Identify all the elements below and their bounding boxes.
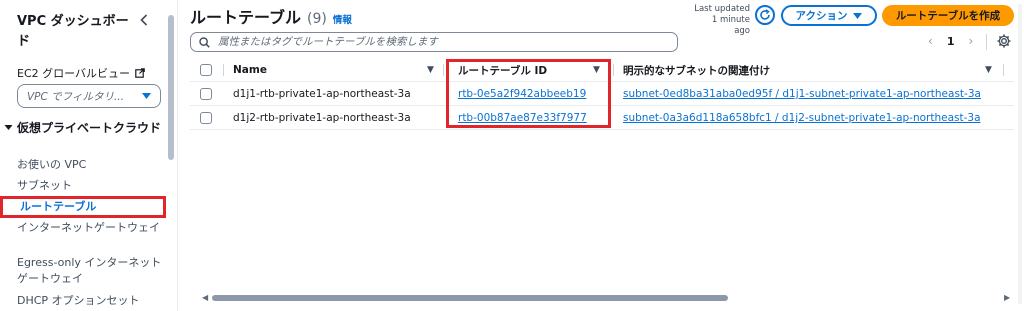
column-divider[interactable]	[443, 64, 444, 76]
column-header-subnet-associations[interactable]: 明示的なサブネットの関連付け	[623, 58, 770, 82]
chevron-left-icon	[140, 14, 148, 26]
scroll-right-icon[interactable]: ▶	[1004, 293, 1010, 302]
search-input[interactable]	[216, 35, 656, 49]
table-settings-button[interactable]	[996, 33, 1012, 49]
sidebar-item-route-tables[interactable]: ルートテーブル	[0, 196, 166, 218]
refresh-icon	[760, 9, 770, 20]
previous-page-button[interactable]: ‹	[928, 34, 933, 48]
page-title-text: ルートテーブル	[190, 8, 302, 27]
caret-down-icon	[142, 93, 151, 99]
column-header-name[interactable]: Name	[233, 58, 267, 82]
sidebar-item-your-vpcs[interactable]: お使いの VPC	[17, 157, 167, 173]
sidebar: VPC ダッシュボード EC2 グローバルビュー VPC でフィルタリ... 仮…	[0, 0, 178, 311]
current-page[interactable]: 1	[947, 35, 955, 48]
external-link-icon	[135, 68, 145, 78]
collapse-sidebar-button[interactable]	[136, 10, 152, 30]
last-updated-label: Last updated	[694, 4, 750, 14]
vpc-filter-select[interactable]: VPC でフィルタリ...	[17, 84, 161, 108]
select-all-checkbox[interactable]	[200, 64, 212, 76]
row-name: d1j2-rtb-private1-ap-northeast-3a	[233, 112, 411, 124]
column-divider[interactable]	[613, 64, 614, 76]
sort-icon[interactable]: ▼	[427, 65, 434, 75]
page-title: ルートテーブル (9) 情報	[190, 4, 352, 28]
column-header-route-table-id[interactable]: ルートテーブル ID	[458, 58, 547, 82]
row-name: d1j1-rtb-private1-ap-northeast-3a	[233, 88, 411, 100]
sidebar-item-egress-only-igw[interactable]: Egress-only インターネットゲートウェイ	[17, 255, 162, 287]
row-select-cell	[200, 106, 212, 130]
scroll-left-icon[interactable]: ◀	[202, 293, 208, 302]
sidebar-title[interactable]: VPC ダッシュボード	[17, 12, 137, 52]
refresh-button[interactable]	[755, 5, 775, 25]
route-table-id-link[interactable]: rtb-00b87ae87e33f7977	[458, 106, 587, 130]
horizontal-scrollbar[interactable]: ◀ ▶	[202, 293, 1012, 302]
ec2-global-view-link[interactable]: EC2 グローバルビュー	[17, 65, 145, 81]
column-divider[interactable]	[1003, 64, 1004, 76]
horizontal-scroll-thumb[interactable]	[212, 295, 728, 301]
last-updated: Last updated 1 minute ago	[694, 4, 750, 37]
vpc-filter-placeholder: VPC でフィルタリ...	[27, 90, 124, 103]
search-icon	[199, 36, 210, 48]
ec2-global-view-label: EC2 グローバルビュー	[17, 67, 131, 80]
row-checkbox[interactable]	[200, 112, 212, 124]
table-header: Name ▼ ルートテーブル ID ▼ 明示的なサブネットの関連付け ▼	[190, 58, 1014, 82]
sidebar-scrollbar[interactable]	[168, 15, 174, 160]
route-tables-table: Name ▼ ルートテーブル ID ▼ 明示的なサブネットの関連付け ▼ d1j…	[190, 58, 1014, 130]
sort-icon[interactable]: ▼	[593, 65, 600, 75]
last-updated-value: 1 minute ago	[711, 15, 750, 36]
sort-icon[interactable]: ▼	[985, 65, 992, 75]
table-row[interactable]: d1j1-rtb-private1-ap-northeast-3a rtb-0e…	[190, 82, 1014, 106]
next-page-button[interactable]: ›	[968, 34, 973, 48]
info-link[interactable]: 情報	[333, 12, 352, 26]
vpc-section-title: 仮想プライベートクラウド	[17, 121, 162, 135]
settings-icon	[997, 34, 1011, 48]
select-all-cell	[200, 58, 212, 82]
pagination: ‹ 1 ›	[928, 34, 973, 48]
caret-down-icon	[853, 12, 863, 19]
row-checkbox[interactable]	[200, 88, 212, 100]
subnet-association-link[interactable]: subnet-0ed8ba31aba0ed95f / d1j1-subnet-p…	[623, 82, 981, 106]
actions-label: アクション	[795, 10, 848, 22]
route-table-id-link[interactable]: rtb-0e5a2f942abbeeb19	[458, 82, 586, 106]
subnet-association-link[interactable]: subnet-0a3a6d118a658bfc1 / d1j2-subnet-p…	[623, 106, 981, 130]
column-divider	[223, 64, 224, 76]
actions-button[interactable]: アクション	[781, 5, 877, 26]
page-scrollbar[interactable]	[1018, 4, 1022, 304]
table-row[interactable]: d1j2-rtb-private1-ap-northeast-3a rtb-00…	[190, 106, 1014, 130]
pagination-divider	[986, 34, 987, 50]
sidebar-item-dhcp-options[interactable]: DHCP オプションセット	[17, 293, 167, 309]
create-route-table-button[interactable]: ルートテーブルを作成	[882, 5, 1014, 26]
sidebar-item-subnets[interactable]: サブネット	[17, 178, 167, 194]
vpc-section-header[interactable]: 仮想プライベートクラウド	[4, 120, 164, 137]
row-select-cell	[200, 82, 212, 106]
caret-down-icon	[4, 125, 13, 130]
route-table-count: (9)	[307, 11, 327, 27]
main-content: ルートテーブル (9) 情報 Last updated 1 minute ago…	[180, 0, 1024, 311]
sidebar-item-internet-gateways[interactable]: インターネットゲートウェイ	[17, 220, 167, 236]
search-field[interactable]	[190, 32, 678, 52]
